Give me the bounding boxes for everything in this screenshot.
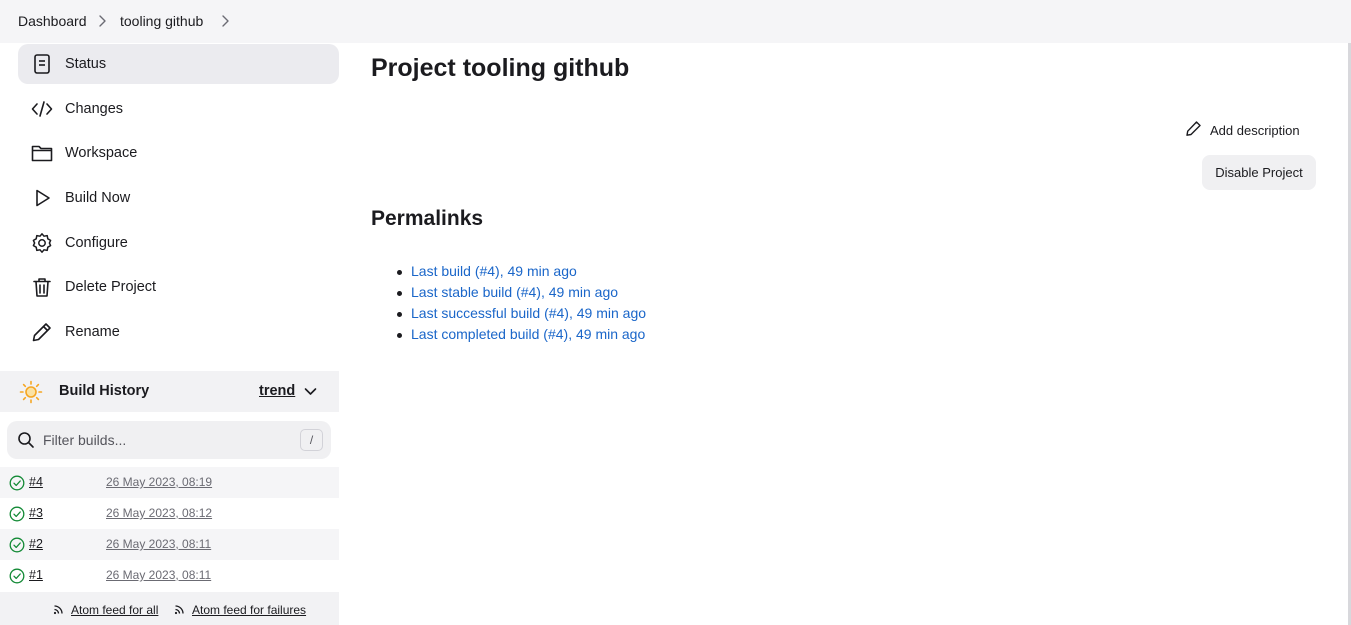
permalinks-list: Last build (#4), 49 min ago Last stable … <box>397 263 646 347</box>
permalink-last-build[interactable]: Last build (#4), 49 min ago <box>411 263 577 279</box>
status-doc-icon <box>31 53 53 75</box>
sun-weather-icon <box>19 380 43 404</box>
success-check-icon <box>9 475 25 491</box>
success-check-icon <box>9 506 25 522</box>
filter-builds: / <box>7 421 331 459</box>
chevron-down-icon[interactable] <box>303 384 318 399</box>
sidebar-item-delete-project[interactable]: Delete Project <box>18 267 339 307</box>
atom-feed-all-label: Atom feed for all <box>71 603 159 617</box>
build-row: #4 26 May 2023, 08:19 <box>0 467 339 498</box>
sidebar-item-label: Status <box>65 56 107 72</box>
disable-project-button[interactable]: Disable Project <box>1202 155 1316 190</box>
sidebar-item-workspace[interactable]: Workspace <box>18 133 339 173</box>
sidebar-item-rename[interactable]: Rename <box>18 312 339 352</box>
build-date-link[interactable]: 26 May 2023, 08:11 <box>106 537 211 551</box>
sidebar-item-label: Delete Project <box>65 279 157 295</box>
add-description-button[interactable]: Add description <box>1185 119 1310 141</box>
atom-feeds: Atom feed for all Atom feed for failures <box>0 592 339 625</box>
permalink-last-completed-build[interactable]: Last completed build (#4), 49 min ago <box>411 326 645 342</box>
gear-icon <box>31 232 53 254</box>
search-icon <box>17 431 35 449</box>
breadcrumb-dashboard[interactable]: Dashboard <box>18 13 87 29</box>
success-check-icon <box>9 537 25 553</box>
pencil-icon <box>31 321 53 343</box>
build-date-link[interactable]: 26 May 2023, 08:12 <box>106 506 212 520</box>
filter-builds-input[interactable] <box>43 428 293 452</box>
sidebar-item-label: Workspace <box>65 145 138 161</box>
build-history-title: Build History <box>59 383 150 399</box>
permalinks-title: Permalinks <box>371 207 484 230</box>
build-row: #1 26 May 2023, 08:11 <box>0 560 339 591</box>
sidebar-item-label: Rename <box>65 324 120 340</box>
page-title: Project tooling github <box>371 54 630 82</box>
permalink-last-stable-build[interactable]: Last stable build (#4), 49 min ago <box>411 284 618 300</box>
keyboard-shortcut-hint: / <box>300 429 323 451</box>
bullet <box>397 312 402 317</box>
sidebar-item-label: Changes <box>65 101 124 117</box>
build-number-link[interactable]: #2 <box>29 537 43 551</box>
permalink-last-successful-build[interactable]: Last successful build (#4), 49 min ago <box>411 305 646 321</box>
build-row: #3 26 May 2023, 08:12 <box>0 498 339 529</box>
list-item: Last completed build (#4), 49 min ago <box>397 326 646 347</box>
list-item: Last stable build (#4), 49 min ago <box>397 284 646 305</box>
list-item: Last build (#4), 49 min ago <box>397 263 646 284</box>
add-description-label: Add description <box>1210 123 1300 138</box>
breadcrumb-project[interactable]: tooling github <box>120 13 203 29</box>
play-icon <box>31 187 53 209</box>
list-item: Last successful build (#4), 49 min ago <box>397 305 646 326</box>
breadcrumb: Dashboard tooling github <box>0 0 1351 43</box>
code-icon <box>31 98 53 120</box>
build-number-link[interactable]: #4 <box>29 475 43 489</box>
pencil-icon <box>1185 120 1202 137</box>
sidebar-item-label: Configure <box>65 235 128 251</box>
sidebar-item-build-now[interactable]: Build Now <box>18 178 339 218</box>
success-check-icon <box>9 568 25 584</box>
build-number-link[interactable]: #3 <box>29 506 43 520</box>
folder-icon <box>31 142 53 164</box>
trash-icon <box>31 276 53 298</box>
sidebar-item-changes[interactable]: Changes <box>18 89 339 129</box>
chevron-right-icon <box>97 14 109 28</box>
trend-link[interactable]: trend <box>259 383 295 399</box>
build-date-link[interactable]: 26 May 2023, 08:19 <box>106 475 212 489</box>
rss-icon <box>174 602 187 615</box>
atom-feed-failures-label: Atom feed for failures <box>192 603 307 617</box>
build-history-header: Build History trend <box>0 371 339 412</box>
chevron-right-icon[interactable] <box>220 14 232 28</box>
sidebar-item-status[interactable]: Status <box>18 44 339 84</box>
bullet <box>397 270 402 275</box>
build-date-link[interactable]: 26 May 2023, 08:11 <box>106 568 211 582</box>
bullet <box>397 291 402 296</box>
build-number-link[interactable]: #1 <box>29 568 43 582</box>
rss-icon <box>53 602 66 615</box>
sidebar-item-configure[interactable]: Configure <box>18 223 339 263</box>
sidebar-item-label: Build Now <box>65 190 131 206</box>
build-row: #2 26 May 2023, 08:11 <box>0 529 339 560</box>
bullet <box>397 333 402 338</box>
